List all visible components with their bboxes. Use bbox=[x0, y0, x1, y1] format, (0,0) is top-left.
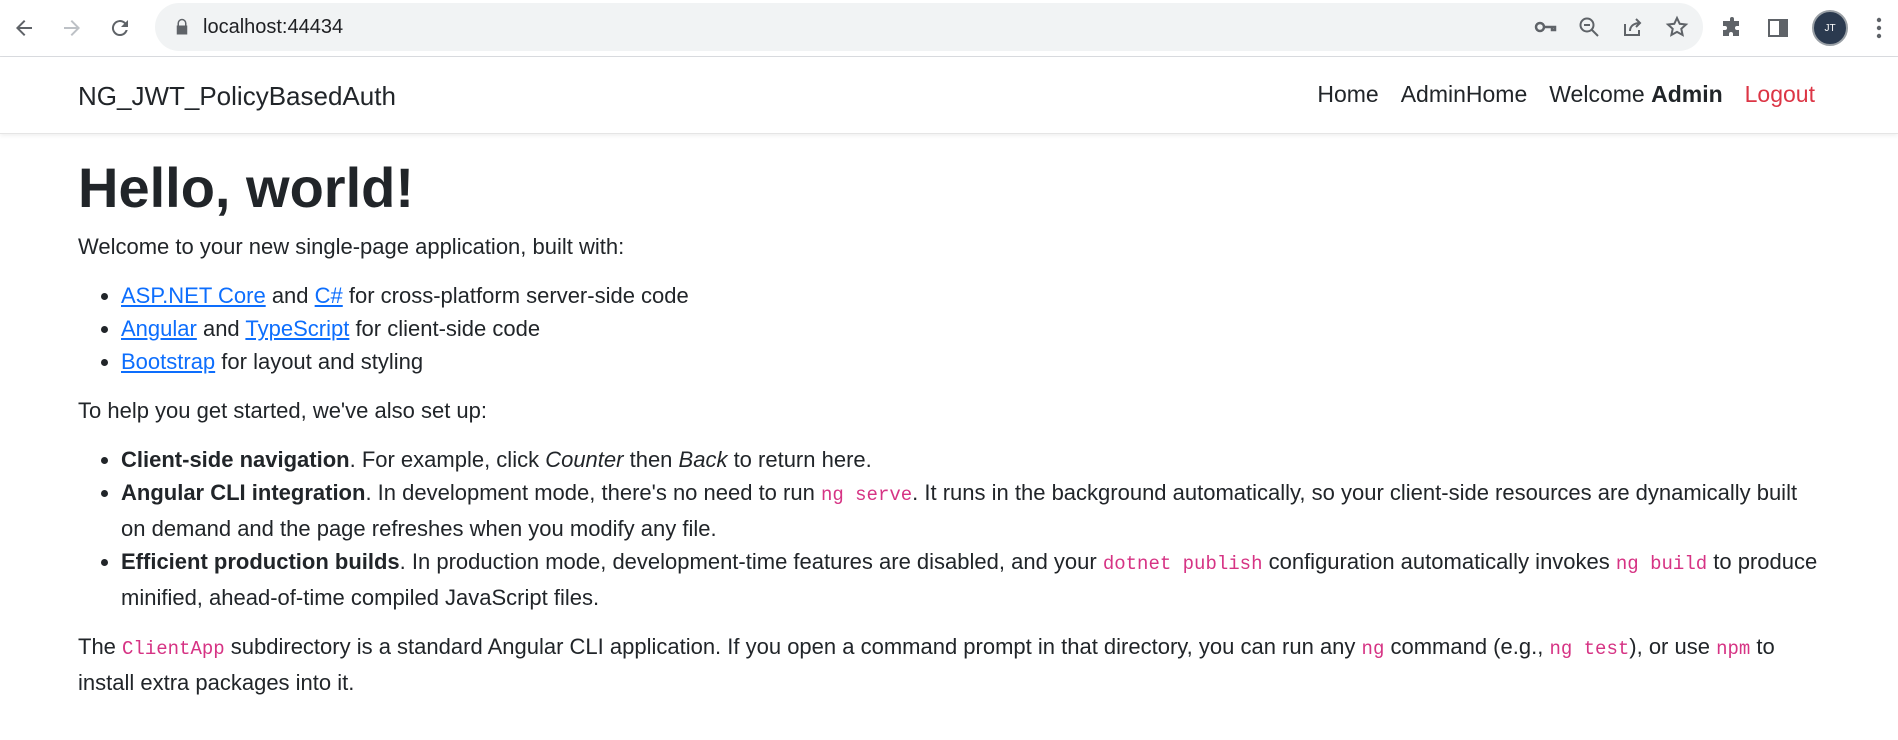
welcome-text: Welcome Admin bbox=[1549, 81, 1722, 108]
list-item: Angular and TypeScript for client-side c… bbox=[121, 312, 1818, 345]
app-navbar: NG_JWT_PolicyBasedAuth Home AdminHome We… bbox=[0, 57, 1898, 134]
list-item: ASP.NET Core and C# for cross-platform s… bbox=[121, 279, 1818, 312]
list-item: Bootstrap for layout and styling bbox=[121, 345, 1818, 378]
forward-arrow-icon bbox=[64, 20, 80, 36]
inline-code: ng serve bbox=[820, 484, 913, 506]
welcome-label: Welcome bbox=[1549, 81, 1645, 107]
nav-links: Home AdminHome Welcome Admin Logout bbox=[1317, 81, 1815, 108]
address-bar[interactable]: localhost:44434 bbox=[155, 3, 1703, 51]
reload-icon bbox=[111, 20, 128, 37]
setup-intro-text: To help you get started, we've also set … bbox=[78, 398, 487, 423]
reload-button[interactable] bbox=[96, 4, 144, 52]
bootstrap-link[interactable]: Bootstrap bbox=[121, 349, 215, 374]
angular-link[interactable]: Angular bbox=[121, 316, 197, 341]
inline-code: ng build bbox=[1615, 553, 1708, 575]
side-panel-icon[interactable] bbox=[1766, 16, 1790, 40]
bookmark-star-icon[interactable] bbox=[1665, 15, 1689, 39]
lock-icon bbox=[176, 18, 188, 35]
list-item: Client-side navigation. For example, cli… bbox=[121, 443, 1818, 476]
avatar-initials: JT bbox=[1824, 22, 1836, 34]
aspnet-core-link[interactable]: ASP.NET Core bbox=[121, 283, 266, 308]
csharp-link[interactable]: C# bbox=[315, 283, 343, 308]
zoom-out-icon[interactable] bbox=[1577, 15, 1601, 39]
inline-code: npm bbox=[1716, 638, 1751, 660]
inline-code: dotnet publish bbox=[1102, 553, 1263, 575]
tech-list: ASP.NET Core and C# for cross-platform s… bbox=[78, 279, 1818, 378]
features-list: Client-side navigation. For example, cli… bbox=[78, 443, 1818, 614]
navbar-brand[interactable]: NG_JWT_PolicyBasedAuth bbox=[78, 81, 396, 112]
main-content: Hello, world! Welcome to your new single… bbox=[0, 156, 1898, 699]
extensions-puzzle-icon[interactable] bbox=[1720, 16, 1744, 40]
list-item: Efficient production builds. In producti… bbox=[121, 545, 1818, 614]
inline-code: ClientApp bbox=[122, 638, 225, 660]
key-icon[interactable] bbox=[1533, 15, 1557, 39]
nav-home-link[interactable]: Home bbox=[1317, 81, 1378, 108]
profile-avatar[interactable]: JT bbox=[1812, 10, 1848, 46]
inline-code: ng test bbox=[1549, 638, 1630, 660]
page-heading: Hello, world! bbox=[78, 156, 414, 219]
back-button[interactable] bbox=[0, 4, 48, 52]
intro-text: Welcome to your new single-page applicat… bbox=[78, 234, 625, 259]
footer-paragraph: The ClientApp subdirectory is a standard… bbox=[78, 634, 1775, 695]
browser-toolbar: localhost:44434 JT bbox=[0, 0, 1898, 57]
back-arrow-icon bbox=[16, 20, 32, 36]
url-text[interactable]: localhost:44434 bbox=[203, 16, 343, 39]
more-menu-icon[interactable] bbox=[1876, 16, 1882, 40]
list-item: Angular CLI integration. In development … bbox=[121, 476, 1818, 545]
typescript-link[interactable]: TypeScript bbox=[245, 316, 349, 341]
inline-code: ng bbox=[1361, 638, 1385, 660]
forward-button[interactable] bbox=[48, 4, 96, 52]
share-icon[interactable] bbox=[1621, 15, 1645, 39]
nav-adminhome-link[interactable]: AdminHome bbox=[1401, 81, 1528, 108]
username: Admin bbox=[1651, 81, 1723, 107]
logout-link[interactable]: Logout bbox=[1745, 81, 1815, 108]
